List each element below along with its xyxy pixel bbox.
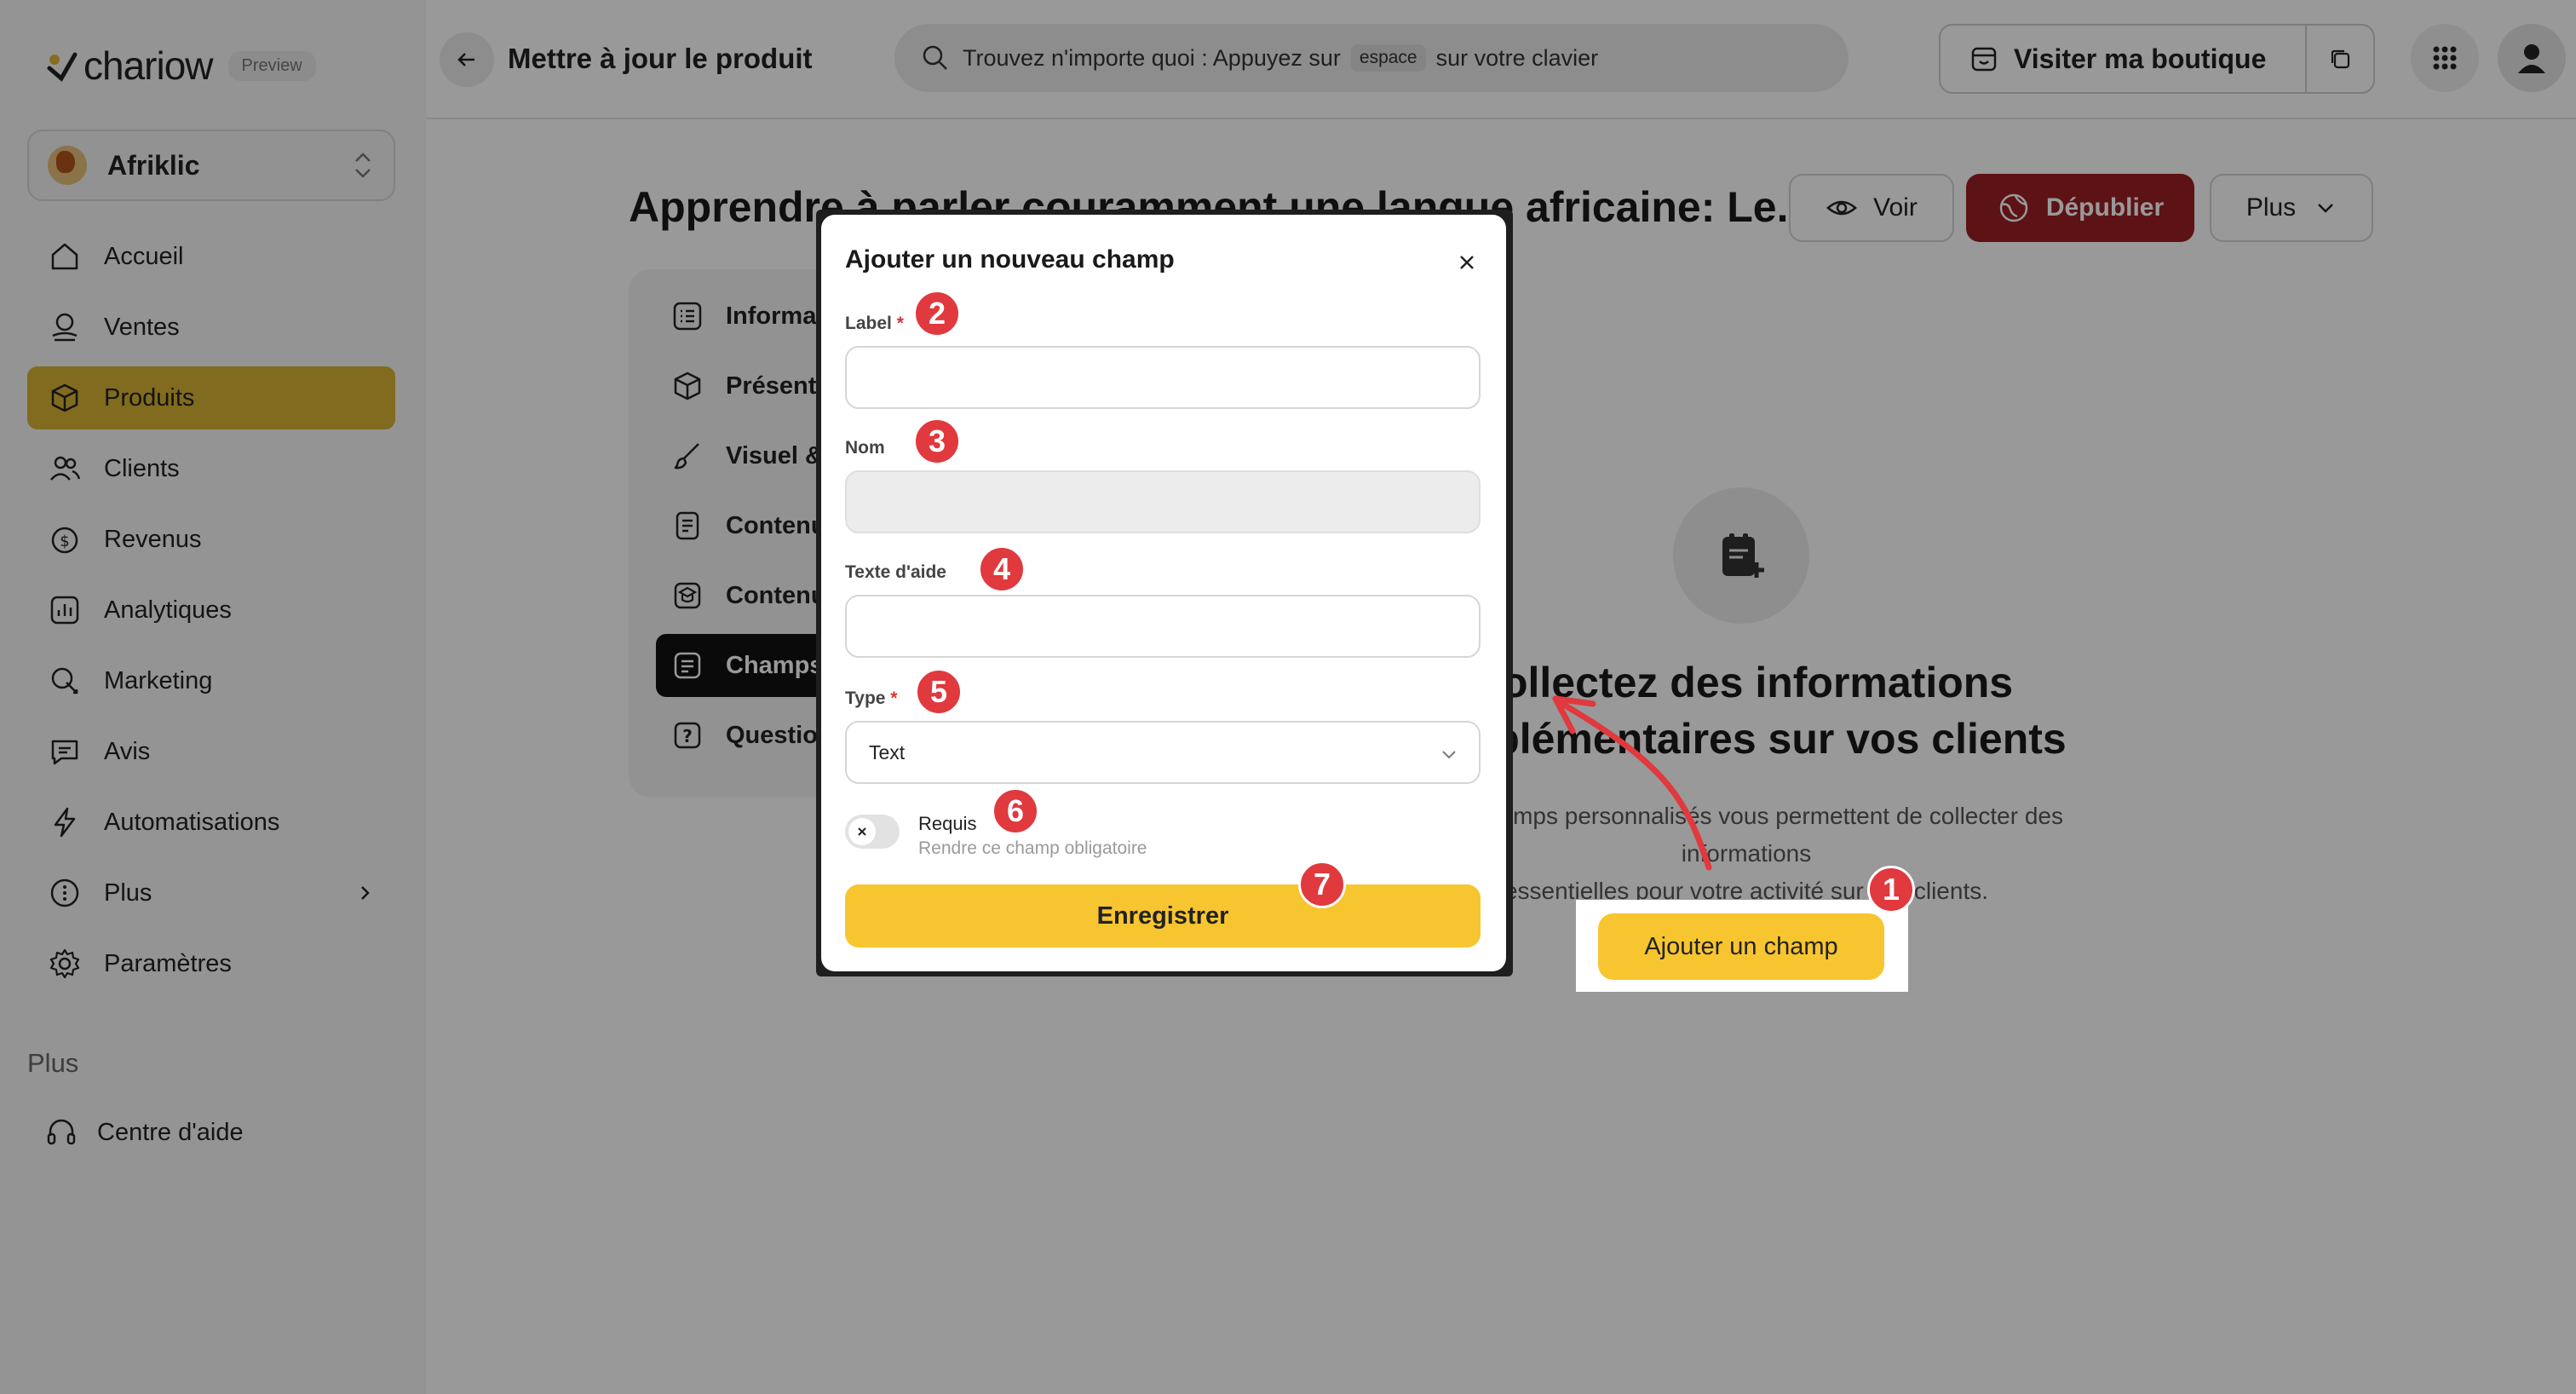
required-toggle-label: Requis (918, 813, 977, 834)
close-button[interactable] (1452, 247, 1482, 278)
tutorial-marker: 7 (1298, 861, 1346, 908)
add-field-label: Ajouter un champ (1644, 932, 1838, 960)
name-field-label: Nom (845, 438, 885, 458)
required-mark: * (896, 314, 904, 333)
tutorial-marker: 3 (913, 418, 961, 465)
field-label-text: Type (845, 688, 886, 708)
type-select[interactable]: Text (845, 721, 1481, 784)
required-toggle-help: Rendre ce champ obligatoire (918, 838, 1147, 858)
tutorial-marker: 2 (913, 290, 961, 337)
type-field-label: Type * (845, 688, 898, 709)
tutorial-marker: 6 (992, 787, 1039, 835)
cta-highlight: Ajouter un champ (1576, 900, 1908, 992)
label-input[interactable] (845, 346, 1481, 409)
required-toggle[interactable] (845, 815, 900, 849)
tutorial-marker: 1 (1867, 866, 1915, 913)
required-mark: * (890, 688, 898, 708)
toggle-knob (848, 818, 876, 845)
label-field-label: Label * (845, 314, 904, 334)
help-text-input[interactable] (845, 595, 1481, 658)
save-button[interactable]: Enregistrer (845, 884, 1481, 948)
tutorial-marker: 5 (915, 668, 963, 716)
type-select-value: Text (869, 740, 906, 763)
close-icon (1460, 256, 1474, 269)
field-label-text: Nom (845, 438, 885, 458)
add-field-button[interactable]: Ajouter un champ (1598, 913, 1884, 980)
name-input (845, 470, 1481, 533)
tutorial-marker: 4 (978, 545, 1026, 593)
close-icon (858, 827, 866, 836)
field-label-text: Texte d'aide (845, 562, 946, 582)
chevron-down-icon (1442, 751, 1456, 759)
help-text-field-label: Texte d'aide (845, 562, 946, 583)
dialog-title: Ajouter un nouveau champ (845, 245, 1175, 274)
save-label: Enregistrer (1096, 901, 1229, 930)
field-label-text: Label (845, 314, 892, 333)
